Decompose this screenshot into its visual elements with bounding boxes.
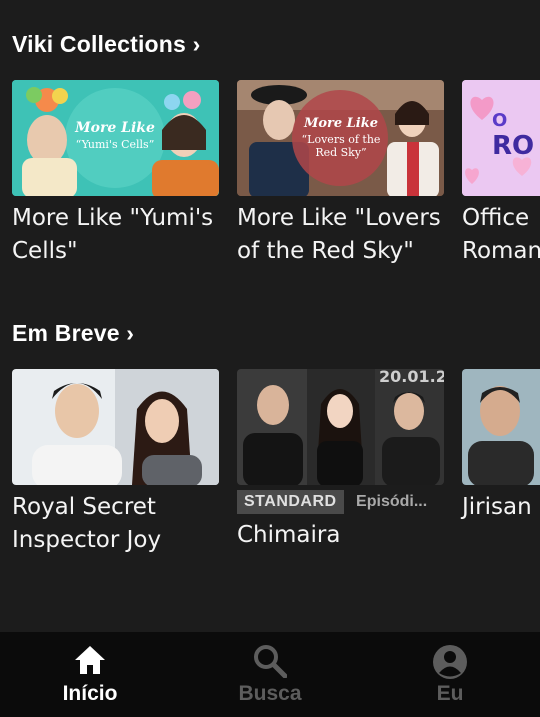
nav-label: Início [62,682,118,705]
nav-label: Busca [238,682,302,705]
collection-thumbnail: More Like “Lovers of the Red Sky” [237,80,444,196]
collection-card-title: More Like "Yumi's Cells" [12,205,214,264]
collection-card-title: More Like "Lovers of the Red Sky" [237,205,441,264]
bottom-navigation: Início Busca Eu [0,632,540,717]
thumb-caption-line2: “Yumi's Cells” [75,138,155,151]
collection-card-title: Office Romance Dramas [462,205,540,264]
chimaira-artwork [237,369,444,485]
coming-soon-row: Royal Secret Inspector Joy 20.01.2 STAND… [12,369,540,559]
account-icon [432,644,468,685]
search-icon [253,644,288,683]
thumb-caption: O RO [492,110,534,161]
jirisan-artwork [462,369,540,485]
show-thumbnail [462,369,540,485]
nav-label: Eu [436,682,464,705]
nav-item-eu[interactable]: Eu [360,632,540,717]
show-title: Royal Secret Inspector Joy [12,494,162,553]
show-thumbnail: 20.01.2 [237,369,444,485]
coming-soon-title[interactable]: Em Breve › [12,320,134,347]
standard-badge: STANDARD [237,490,344,514]
thumb-caption-line1: More Like [303,116,379,131]
royal-secret-artwork [12,369,219,485]
thumb-caption-line2: RO [492,131,535,161]
nav-item-busca[interactable]: Busca [180,632,360,717]
show-title: Chimaira [237,522,341,548]
thumb-caption: More Like “Yumi's Cells” [70,120,160,151]
thumb-caption-line1: More Like [75,120,155,136]
episode-label: Episódi... [356,493,428,510]
nav-item-inicio[interactable]: Início [0,632,180,717]
collection-thumbnail: O RO [462,80,540,196]
home-icon [73,644,107,681]
viki-collections-title[interactable]: Viki Collections › [12,31,201,58]
thumb-caption-line2: “Lovers of the Red Sky” [301,133,381,159]
collection-thumbnail: More Like “Yumi's Cells” [12,80,219,196]
thumb-caption: More Like “Lovers of the Red Sky” [297,116,385,159]
backdrop-text: 20.01.2 [379,369,444,386]
thumb-caption-line1: O [492,110,508,131]
show-thumbnail [12,369,219,485]
show-title: Jirisan [462,494,532,520]
badge-row: STANDARD Episódi... [237,490,427,518]
collections-row: More Like “Yumi's Cells” More Like "Yumi… [12,80,540,270]
